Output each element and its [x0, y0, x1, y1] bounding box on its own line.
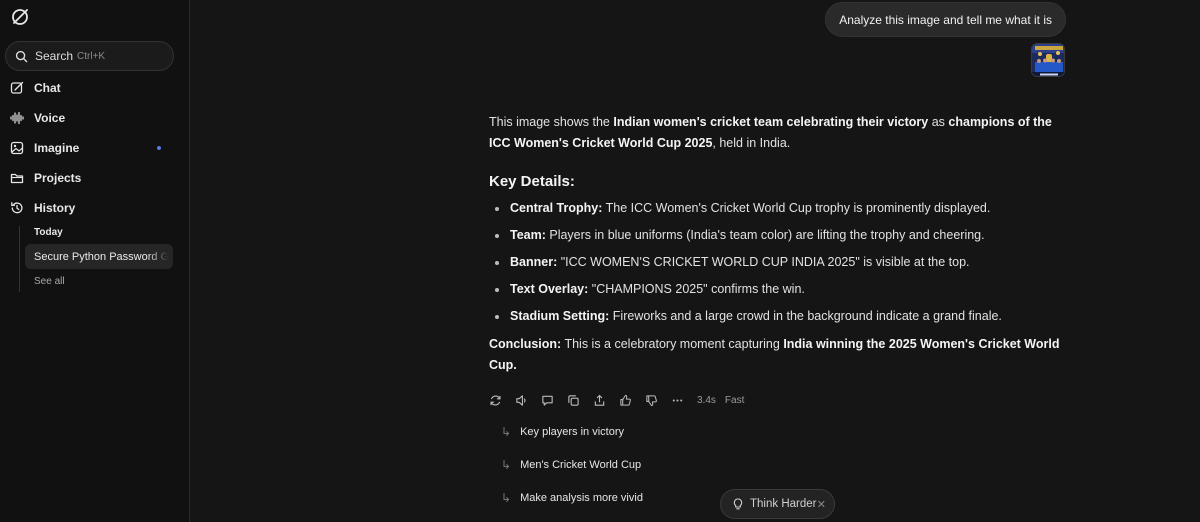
read-aloud-icon[interactable] — [515, 394, 528, 407]
nav-projects-label: Projects — [34, 171, 82, 185]
share-icon[interactable] — [593, 394, 606, 407]
voice-wave-icon — [10, 111, 24, 125]
response-action-bar: 3.4s Fast — [489, 392, 753, 408]
folder-icon — [10, 173, 24, 184]
app-logo-icon[interactable] — [10, 7, 30, 27]
reply-arrow-icon: ↳ — [501, 425, 512, 439]
detail-text: The ICC Women's Cricket World Cup trophy… — [602, 201, 991, 215]
detail-text: "CHAMPIONS 2025" confirms the win. — [588, 282, 805, 296]
copy-icon[interactable] — [567, 394, 580, 407]
list-item: Central Trophy: The ICC Women's Cricket … — [495, 195, 1069, 222]
see-all-link[interactable]: See all — [34, 276, 65, 287]
reply-arrow-icon: ↳ — [501, 458, 512, 472]
uploaded-image-thumbnail[interactable] — [1031, 43, 1065, 77]
history-section-today: Today — [34, 227, 63, 238]
intro-text-c: as — [928, 115, 949, 129]
nav-history[interactable]: History — [10, 198, 75, 218]
regenerate-icon[interactable] — [489, 394, 502, 407]
user-message-text: Analyze this image and tell me what it i… — [839, 12, 1052, 27]
detail-text: Fireworks and a large crowd in the backg… — [609, 309, 1002, 323]
search-button[interactable]: Search Ctrl+K — [5, 41, 174, 71]
detail-term: Team: — [510, 228, 546, 242]
cricket-celebration-thumbnail-image — [1032, 44, 1064, 76]
response-mode: Fast — [724, 394, 745, 406]
nav-projects[interactable]: Projects — [10, 168, 81, 188]
detail-text: Players in blue uniforms (India's team c… — [545, 228, 985, 242]
answer-conclusion: Conclusion: This is a celebratory moment… — [489, 334, 1069, 376]
lightbulb-icon — [733, 498, 743, 510]
history-item-label: Secure Python Password Generator — [34, 250, 168, 263]
response-time: 3.4s — [697, 394, 716, 406]
think-harder-button[interactable]: Think Harder ✕ — [720, 489, 835, 519]
nav-history-label: History — [34, 201, 76, 215]
suggestion-item[interactable]: ↳ Make analysis more vivid — [501, 489, 643, 507]
detail-term: Central Trophy: — [510, 201, 603, 215]
conclusion-term: Conclusion: — [489, 337, 562, 351]
thumbs-up-icon[interactable] — [619, 394, 632, 407]
suggestion-item[interactable]: ↳ Men's Cricket World Cup — [501, 456, 641, 474]
suggestion-label: Men's Cricket World Cup — [520, 459, 642, 471]
list-item: Team: Players in blue uniforms (India's … — [495, 222, 1069, 249]
history-tree-line — [19, 226, 20, 292]
suggestion-item[interactable]: ↳ Key players in victory — [501, 423, 624, 441]
intro-text-e: , held in India. — [712, 136, 791, 150]
chat-edit-icon — [10, 81, 24, 94]
list-item: Text Overlay: "CHAMPIONS 2025" confirms … — [495, 276, 1069, 303]
user-message-bubble: Analyze this image and tell me what it i… — [825, 2, 1066, 37]
list-item: Banner: "ICC WOMEN'S CRICKET WORLD CUP I… — [495, 249, 1069, 276]
nav-imagine-label: Imagine — [34, 141, 80, 155]
thumbs-down-icon[interactable] — [645, 394, 658, 407]
detail-term: Banner: — [510, 255, 558, 269]
intro-text-a: This image shows the — [489, 115, 614, 129]
new-feature-indicator — [157, 146, 161, 150]
intro-bold-b: Indian women's cricket team celebrating … — [613, 115, 929, 129]
suggestion-label: Make analysis more vivid — [520, 492, 643, 504]
list-item: Stadium Setting: Fireworks and a large c… — [495, 303, 1069, 330]
close-icon[interactable]: ✕ — [817, 498, 826, 511]
nav-chat-label: Chat — [34, 81, 61, 95]
detail-term: Stadium Setting: — [510, 309, 610, 323]
key-details-heading: Key Details: — [489, 173, 575, 190]
nav-voice-label: Voice — [34, 111, 66, 125]
key-details-list: Central Trophy: The ICC Women's Cricket … — [495, 195, 1069, 330]
comment-icon[interactable] — [541, 394, 554, 407]
history-icon — [11, 202, 23, 214]
nav-chat[interactable]: Chat — [10, 78, 61, 98]
think-harder-label: Think Harder — [750, 498, 817, 510]
suggestion-label: Key players in victory — [520, 426, 624, 438]
detail-term: Text Overlay: — [510, 282, 589, 296]
answer-intro: This image shows the Indian women's cric… — [489, 112, 1069, 154]
reply-arrow-icon: ↳ — [501, 491, 512, 505]
sidebar: Search Ctrl+K Chat Voice Imagine Project… — [0, 0, 190, 522]
assistant-answer: This image shows the Indian women's cric… — [489, 112, 1069, 376]
more-options-icon[interactable] — [671, 394, 684, 407]
history-item[interactable]: Secure Python Password Generator — [25, 244, 173, 269]
conclusion-text: This is a celebratory moment capturing — [561, 337, 784, 351]
detail-text: "ICC WOMEN'S CRICKET WORLD CUP INDIA 202… — [557, 255, 970, 269]
search-label: Search — [35, 49, 74, 63]
image-icon — [10, 141, 24, 155]
nav-voice[interactable]: Voice — [10, 108, 65, 128]
nav-imagine[interactable]: Imagine — [10, 138, 79, 158]
search-shortcut: Ctrl+K — [77, 50, 106, 62]
search-icon — [15, 50, 28, 62]
